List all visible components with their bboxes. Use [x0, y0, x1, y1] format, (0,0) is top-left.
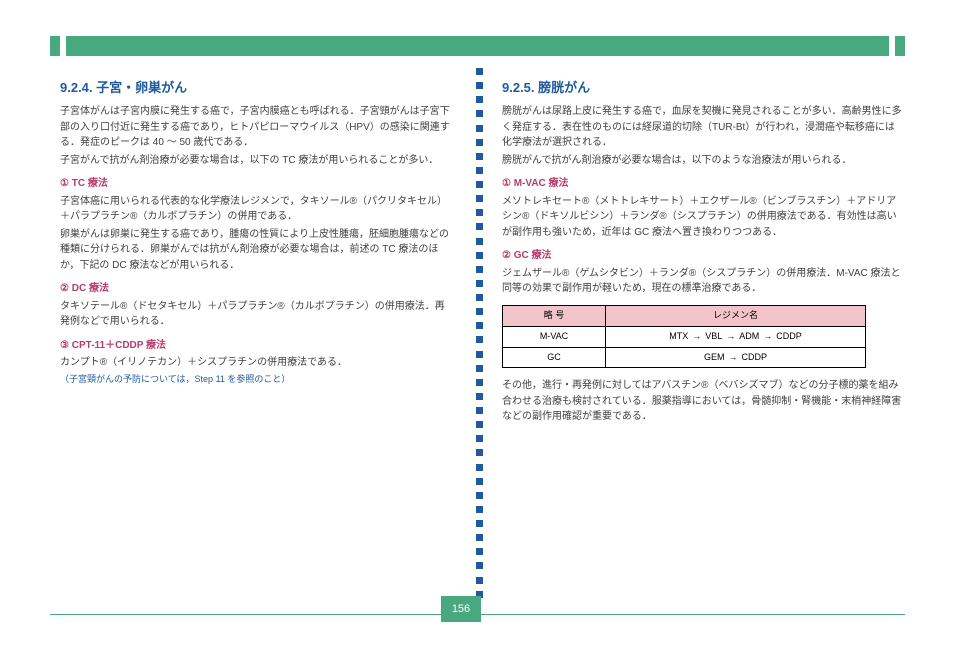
right-regimen-2-body: ジェムザール®（ゲムシタビン）＋ランダ®（シスプラチン）の併用療法．M-VAC … — [502, 266, 902, 297]
right-regimen-1-title: ① M-VAC 療法 — [502, 176, 902, 192]
table-header-row: 略 号 レジメン名 — [503, 305, 866, 326]
left-crossref: （子宮頸がんの予防については，Step 11 を参照のこと） — [60, 373, 454, 387]
top-bar-seg-mid — [66, 36, 889, 56]
top-bar-seg-right — [895, 36, 905, 56]
page: 9.2.4. 子宮・卵巣がん 子宮体がんは子宮内膜に発生する癌で，子宮内膜癌とも… — [0, 0, 954, 646]
column-divider — [474, 68, 484, 598]
drug: GEM — [704, 352, 725, 362]
right-section-title: 9.2.5. 膀胱がん — [502, 78, 902, 98]
table-cell-regimen-1: GEM→CDDP — [606, 347, 866, 368]
left-regimen-2-body: タキソテール®（ドセタキセル）＋パラプラチン®（カルボプラチン）の併用療法．再発… — [60, 299, 454, 330]
left-paragraph-2: 子宮がんで抗がん剤治療が必要な場合は，以下の TC 療法が用いられることが多い． — [60, 153, 454, 169]
table-row: M-VAC MTX→VBL→ADM→CDDP — [503, 326, 866, 347]
top-bar — [50, 36, 905, 56]
page-number-badge: 156 — [441, 596, 481, 622]
table-header-abbr: 略 号 — [503, 305, 606, 326]
arrow-icon: → — [759, 331, 776, 341]
top-bar-seg-left — [50, 36, 60, 56]
left-paragraph-1: 子宮体がんは子宮内膜に発生する癌で，子宮内膜癌とも呼ばれる．子宮頸がんは子宮下部… — [60, 104, 454, 151]
left-regimen-1-body: 子宮体癌に用いられる代表的な化学療法レジメンで，タキソール®（パクリタキセル）＋… — [60, 194, 454, 225]
right-regimen-1-body: メソトレキセート®（メトトレキサート）＋エクザール®（ビンブラスチン）＋アドリア… — [502, 194, 902, 241]
right-regimen-2-title: ② GC 療法 — [502, 248, 902, 264]
drug: CDDP — [776, 331, 802, 341]
drug: ADM — [739, 331, 759, 341]
table-header-regimen: レジメン名 — [606, 305, 866, 326]
right-column: 9.2.5. 膀胱がん 膀胱がんは尿路上皮に発生する癌で，血尿を契機に発見される… — [502, 78, 902, 427]
arrow-icon: → — [725, 352, 742, 362]
drug: CDDP — [742, 352, 768, 362]
arrow-icon: → — [688, 331, 705, 341]
left-regimen-3-title: ③ CPT-11＋CDDP 療法 — [60, 338, 454, 354]
right-paragraph-2: 膀胱がんで抗がん剤治療が必要な場合は，以下のような治療法が用いられる． — [502, 153, 902, 169]
right-after-table: その他，進行・再発例に対してはアバスチン®（ベバシズマブ）などの分子標的薬を組み… — [502, 378, 902, 425]
table-cell-abbr-0: M-VAC — [503, 326, 606, 347]
table-cell-regimen-0: MTX→VBL→ADM→CDDP — [606, 326, 866, 347]
left-regimen-1-title: ① TC 療法 — [60, 176, 454, 192]
left-paragraph-3: 卵巣がんは卵巣に発生する癌であり，腫瘍の性質により上皮性腫瘍，胚細胞腫瘍などの種… — [60, 227, 454, 274]
left-section-title: 9.2.4. 子宮・卵巣がん — [60, 78, 454, 98]
drug: VBL — [705, 331, 722, 341]
right-paragraph-1: 膀胱がんは尿路上皮に発生する癌で，血尿を契機に発見されることが多い．高齢男性に多… — [502, 104, 902, 151]
left-regimen-2-title: ② DC 療法 — [60, 281, 454, 297]
regimen-table: 略 号 レジメン名 M-VAC MTX→VBL→ADM→CDDP GC GEM→… — [502, 305, 866, 369]
table-cell-abbr-1: GC — [503, 347, 606, 368]
drug: MTX — [669, 331, 688, 341]
arrow-icon: → — [722, 331, 739, 341]
table-row: GC GEM→CDDP — [503, 347, 866, 368]
left-column: 9.2.4. 子宮・卵巣がん 子宮体がんは子宮内膜に発生する癌で，子宮内膜癌とも… — [60, 78, 454, 389]
left-regimen-3-body: カンプト®（イリノテカン）＋シスプラチンの併用療法である． — [60, 355, 454, 371]
